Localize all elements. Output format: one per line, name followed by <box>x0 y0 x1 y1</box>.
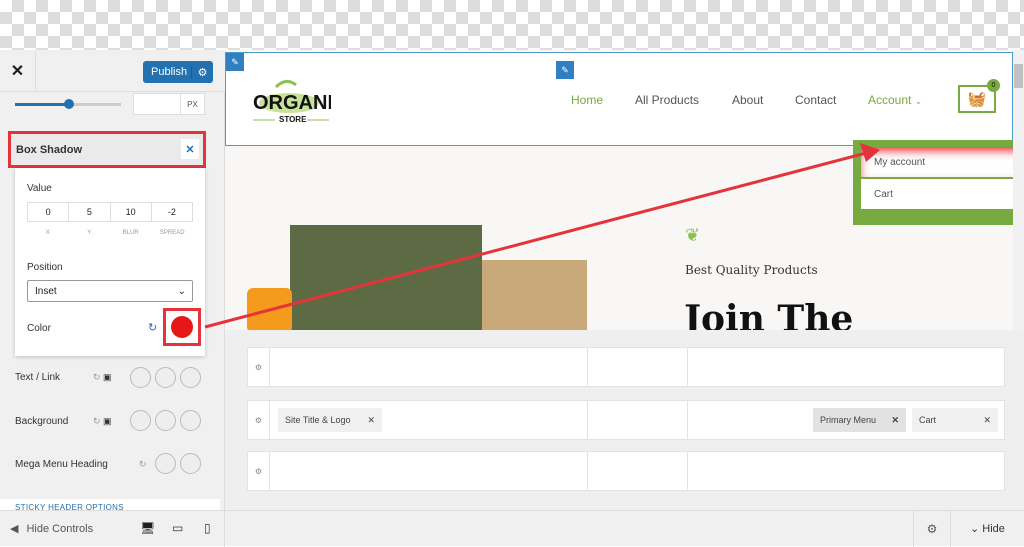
x-label: X <box>45 230 50 236</box>
builder-row-main: ⚙ Site Title & Logo ✕ Primary Menu ✕ Cart ✕ <box>247 400 1005 440</box>
y-label: Y <box>87 230 92 236</box>
sticky-header-section[interactable]: STICKY HEADER OPTIONS <box>0 499 220 510</box>
pencil-icon[interactable]: ✎ <box>556 61 574 79</box>
product-bag-green <box>290 225 482 330</box>
builder-row-bottom: ⚙ <box>247 451 1005 491</box>
product-bag-kraft <box>482 260 587 330</box>
color-swatch <box>171 316 193 338</box>
chip-cart[interactable]: Cart ✕ <box>912 408 998 432</box>
position-label: Position <box>27 262 63 273</box>
color-label: Color <box>27 323 51 334</box>
preview-scrollbar[interactable] <box>1013 50 1024 330</box>
color-swatch[interactable] <box>155 367 176 388</box>
nav-all-products[interactable]: All Products <box>635 93 699 107</box>
chip-site-title-logo[interactable]: Site Title & Logo ✕ <box>278 408 382 432</box>
close-icon[interactable]: ✕ <box>367 415 375 426</box>
color-swatch[interactable] <box>155 410 176 431</box>
slider-handle[interactable] <box>64 99 74 109</box>
size-input[interactable]: PX <box>133 93 205 115</box>
background-colors <box>130 410 201 431</box>
shadow-values: 0 5 10 -2 <box>27 202 193 222</box>
sidebar-topbar: ✕ Publish ⚙ <box>0 50 225 92</box>
text-link-colors <box>130 367 201 388</box>
leaf-icon: ❦ <box>685 225 701 245</box>
text-link-label: Text / Link <box>15 372 61 383</box>
size-slider[interactable] <box>15 99 121 109</box>
mobile-preview-button[interactable]: ▯ <box>204 521 211 535</box>
hero-headline: Join The <box>684 298 854 330</box>
color-swatch[interactable] <box>155 453 176 474</box>
customizer-sidebar: ✕ Publish ⚙ PX Box Shadow ✕ Value 0 5 10 -… <box>0 50 225 510</box>
blur-input[interactable]: 10 <box>111 203 152 221</box>
svg-text:STORE: STORE <box>279 115 307 124</box>
chip-primary-menu[interactable]: Primary Menu ✕ <box>813 408 906 432</box>
gear-icon[interactable]: ⚙ <box>248 401 270 439</box>
nav-about[interactable]: About <box>732 93 763 107</box>
blur-label: BLUR <box>122 230 139 236</box>
color-swatch[interactable] <box>130 367 151 388</box>
builder-settings-button[interactable]: ⚙ <box>913 511 951 547</box>
reset-icon[interactable]: ↻ ▣ <box>93 372 112 383</box>
x-input[interactable]: 0 <box>28 203 70 221</box>
bottom-bar: ◀ Hide Controls 🖥 ▭ ▯ ⚙ ⌄ Hide <box>0 510 1024 547</box>
cart-count-badge: 0 <box>987 79 1000 92</box>
reset-icon[interactable]: ↻ <box>148 321 157 334</box>
color-swatch[interactable] <box>130 410 151 431</box>
chevron-down-icon: ⌄ <box>177 285 186 297</box>
publish-button[interactable]: Publish ⚙ <box>143 61 213 83</box>
color-picker-button[interactable] <box>163 308 201 346</box>
hide-builder-button[interactable]: ⌄ Hide <box>970 522 1005 535</box>
value-label: Value <box>27 183 52 194</box>
nav-account[interactable]: Account ⌄ <box>868 93 922 107</box>
reset-icon[interactable]: ↻ <box>139 459 147 470</box>
product-jar <box>247 288 292 330</box>
collapse-icon: ◀ <box>10 523 19 535</box>
gear-icon[interactable]: ⚙ <box>191 65 213 79</box>
background-label: Background <box>15 416 69 427</box>
reset-icon[interactable]: ↻ ▣ <box>93 416 112 427</box>
close-icon[interactable]: ✕ <box>891 415 899 426</box>
color-swatch[interactable] <box>180 453 201 474</box>
tagline: Best Quality Products <box>685 263 818 277</box>
transparent-backdrop <box>0 0 1024 50</box>
color-swatch[interactable] <box>180 410 201 431</box>
spread-input[interactable]: -2 <box>152 203 192 221</box>
chevron-down-icon: ⌄ <box>914 96 923 106</box>
svg-text:ORGANIC: ORGANIC <box>253 92 331 114</box>
desktop-preview-button[interactable]: 🖥 <box>140 521 155 535</box>
gear-icon[interactable]: ⚙ <box>248 348 270 386</box>
color-swatch[interactable] <box>180 367 201 388</box>
hide-controls-button[interactable]: ◀ Hide Controls <box>10 522 93 536</box>
menu-item-cart[interactable]: Cart <box>861 179 1024 211</box>
box-shadow-popover: Value 0 5 10 -2 X Y BLUR SPREAD Position… <box>15 168 205 356</box>
mega-menu-heading-label: Mega Menu Heading <box>15 459 108 470</box>
close-icon[interactable]: ✕ <box>983 415 991 426</box>
pencil-icon[interactable]: ✎ <box>226 53 244 71</box>
position-select[interactable]: Inset ⌄ <box>27 280 193 302</box>
chevron-down-icon: ⌄ <box>970 523 980 535</box>
close-customizer-button[interactable]: ✕ <box>0 50 36 92</box>
basket-icon: 🧺 <box>967 91 987 108</box>
builder-row-top: ⚙ <box>247 347 1005 387</box>
spread-label: SPREAD <box>159 230 185 236</box>
mega-menu-colors <box>155 453 201 474</box>
cart-button[interactable]: 🧺 0 <box>958 79 1000 113</box>
tablet-preview-button[interactable]: ▭ <box>172 521 183 535</box>
y-input[interactable]: 5 <box>69 203 111 221</box>
nav-home[interactable]: Home <box>571 93 603 107</box>
site-logo[interactable]: ORGANICSTORE <box>251 73 347 125</box>
menu-item-my-account[interactable]: My account <box>861 147 1024 179</box>
gear-icon[interactable]: ⚙ <box>248 452 270 490</box>
box-shadow-header[interactable]: Box Shadow ✕ <box>8 131 206 168</box>
close-icon[interactable]: ✕ <box>181 139 199 159</box>
site-header: ✎ ✎ ORGANICSTORE Home All Products About… <box>225 52 1013 146</box>
nav-contact[interactable]: Contact <box>795 93 836 107</box>
account-dropdown: My account Cart <box>853 140 1024 225</box>
site-preview: ✎ ✎ ORGANICSTORE Home All Products About… <box>225 50 1024 330</box>
header-builder: ⚙ ⚙ Site Title & Logo ✕ Primary Menu ✕ Car… <box>225 330 1024 510</box>
gear-icon: ⚙ <box>926 522 938 536</box>
